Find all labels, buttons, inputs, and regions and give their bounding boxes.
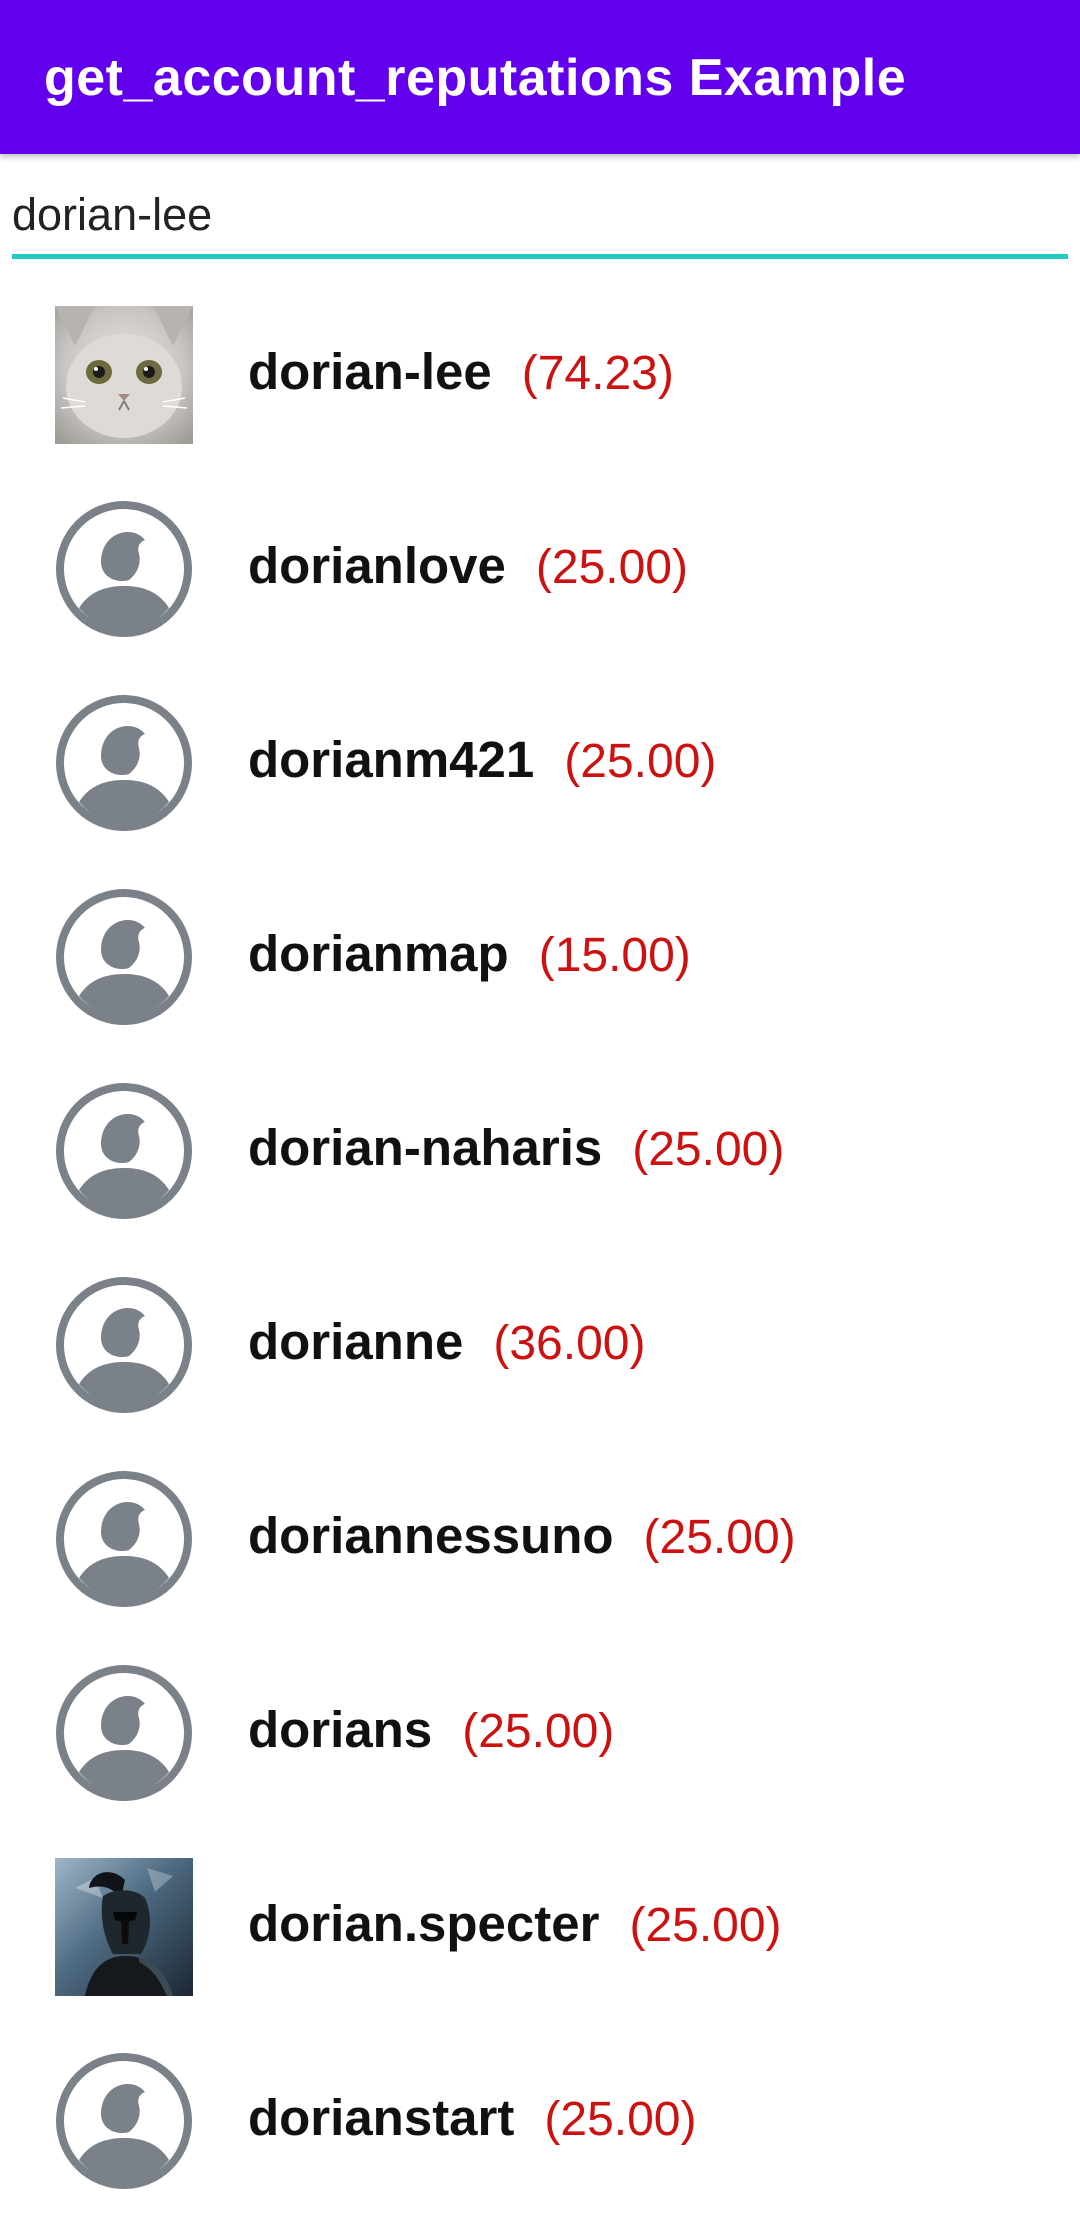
- account-reputation: (25.00): [629, 1899, 782, 1952]
- account-label: dorianne (36.00): [248, 1312, 645, 1378]
- account-label: doriannessuno (25.00): [248, 1506, 796, 1572]
- spartan-photo-avatar: [55, 1858, 193, 1996]
- account-label: dorian-naharis (25.00): [248, 1118, 784, 1184]
- account-row[interactable]: dorian-naharis (25.00): [0, 1082, 1080, 1276]
- account-name: dorians: [248, 1701, 433, 1758]
- default-user-icon: [55, 1664, 193, 1802]
- account-reputation: (25.00): [535, 541, 688, 594]
- account-row[interactable]: dorians (25.00): [0, 1664, 1080, 1858]
- account-row[interactable]: doriannessuno (25.00): [0, 1470, 1080, 1664]
- search-underline: [12, 254, 1068, 259]
- account-name: dorian.specter: [248, 1895, 600, 1952]
- app-title: get_account_reputations Example: [44, 49, 907, 107]
- account-row[interactable]: dorianmap (15.00): [0, 888, 1080, 1082]
- account-label: dorian-lee (74.23): [248, 342, 674, 408]
- default-user-icon: [55, 1082, 193, 1220]
- account-reputation: (25.00): [462, 1705, 615, 1758]
- account-name: dorianne: [248, 1313, 464, 1370]
- account-row[interactable]: dorianstart (25.00): [0, 2052, 1080, 2220]
- account-label: dorian.specter (25.00): [248, 1894, 782, 1960]
- account-list[interactable]: dorian-lee (74.23) dorianlove (25.00) dori…: [0, 306, 1080, 2220]
- account-name: dorian-naharis: [248, 1119, 603, 1176]
- default-user-icon: [55, 694, 193, 832]
- app-bar: get_account_reputations Example: [0, 0, 1080, 154]
- account-name: doriannessuno: [248, 1507, 614, 1564]
- account-label: dorianlove (25.00): [248, 536, 688, 602]
- account-reputation: (74.23): [521, 347, 674, 400]
- account-reputation: (25.00): [632, 1123, 785, 1176]
- account-name: dorianlove: [248, 537, 506, 594]
- default-user-icon: [55, 1276, 193, 1414]
- account-label: dorianmap (15.00): [248, 924, 691, 990]
- account-row[interactable]: dorianne (36.00): [0, 1276, 1080, 1470]
- cat-photo-avatar: [55, 306, 193, 444]
- account-name: dorian-lee: [248, 343, 492, 400]
- account-name: dorianm421: [248, 731, 535, 788]
- account-reputation: (15.00): [538, 929, 691, 982]
- default-user-icon: [55, 500, 193, 638]
- account-row[interactable]: dorianm421 (25.00): [0, 694, 1080, 888]
- account-reputation: (25.00): [643, 1511, 796, 1564]
- default-user-icon: [55, 1470, 193, 1608]
- account-label: dorianstart (25.00): [248, 2088, 696, 2154]
- search-input[interactable]: [12, 176, 1068, 254]
- account-row[interactable]: dorian-lee (74.23): [0, 306, 1080, 500]
- default-user-icon: [55, 2052, 193, 2190]
- account-row[interactable]: dorian.specter (25.00): [0, 1858, 1080, 2052]
- app-screen: get_account_reputations Example dorian-l…: [0, 0, 1080, 2220]
- account-name: dorianmap: [248, 925, 509, 982]
- account-reputation: (36.00): [493, 1317, 646, 1370]
- default-user-icon: [55, 888, 193, 1026]
- account-reputation: (25.00): [544, 2093, 697, 2146]
- account-label: dorians (25.00): [248, 1700, 614, 1766]
- account-reputation: (25.00): [564, 735, 717, 788]
- search-field[interactable]: [12, 176, 1068, 260]
- account-row[interactable]: dorianlove (25.00): [0, 500, 1080, 694]
- account-name: dorianstart: [248, 2089, 515, 2146]
- account-label: dorianm421 (25.00): [248, 730, 716, 796]
